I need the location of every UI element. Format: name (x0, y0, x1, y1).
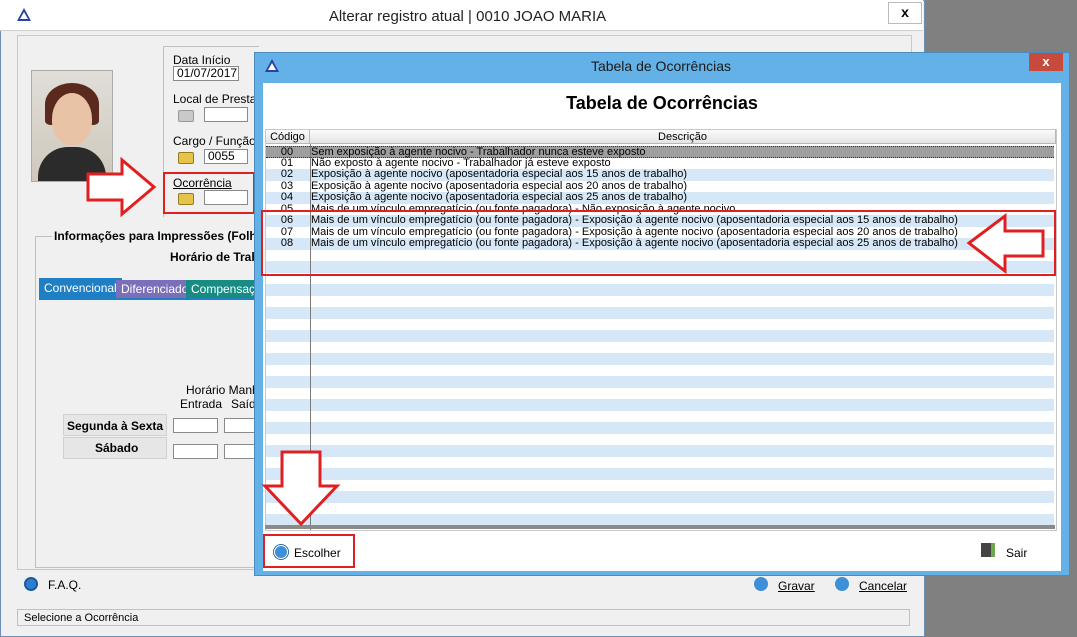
empty-table-row[interactable] (266, 445, 1054, 457)
row-description: Exposição à agente nocivo (aposentadoria… (311, 168, 688, 180)
empty-table-row[interactable] (266, 319, 1054, 331)
tab-underline (39, 298, 255, 300)
cargo-folder-icon[interactable] (178, 152, 194, 164)
info-group-label: Informações para Impressões (Folha (52, 229, 266, 243)
table-row[interactable]: 00 Sem exposição à agente nocivo - Trabal… (266, 146, 1054, 158)
empty-table-row[interactable] (266, 468, 1054, 480)
sabado-label: Sábado (95, 441, 139, 455)
main-close-button[interactable]: x (888, 2, 922, 24)
data-inicio-field[interactable]: 01/07/2017 (173, 66, 239, 81)
entrada-label: Entrada (180, 397, 223, 411)
escolher-highlight-box (263, 534, 355, 568)
annotation-arrow-right-icon (86, 156, 157, 218)
ocorrencia-field[interactable] (204, 190, 248, 205)
local-prestacao-label: Local de Prestaç (173, 92, 263, 106)
rows-highlight-box (261, 210, 1056, 276)
row-code: 04 (280, 191, 294, 203)
cancelar-button[interactable]: Cancelar (859, 579, 907, 593)
row-code: 01 (280, 156, 294, 169)
empty-table-row[interactable] (266, 330, 1054, 342)
save-icon[interactable] (754, 577, 768, 591)
empty-table-row[interactable] (266, 411, 1054, 423)
empty-table-row[interactable] (266, 284, 1054, 296)
main-window-title: Alterar registro atual | 0010 JOAO MARIA (328, 8, 607, 25)
status-bar: Selecione a Ocorrência (17, 609, 910, 626)
dialog-title: Tabela de Ocorrências (590, 58, 732, 74)
help-icon[interactable] (24, 577, 38, 591)
empty-table-row[interactable] (266, 376, 1054, 388)
cargo-label: Cargo / Função (173, 134, 256, 148)
sabado-saida-field[interactable] (224, 444, 256, 459)
cancel-icon[interactable] (835, 577, 849, 591)
exit-icon[interactable] (981, 543, 995, 557)
empty-table-row[interactable] (266, 480, 1054, 492)
row-code: 03 (280, 179, 294, 192)
empty-table-row[interactable] (266, 491, 1054, 503)
empty-table-row[interactable] (266, 434, 1054, 446)
local-folder-icon[interactable] (178, 110, 194, 122)
table-row[interactable]: 04 Exposição à agente nocivo (aposentador… (266, 192, 1054, 204)
grid-scroll-bar[interactable] (265, 525, 1055, 529)
gravar-button[interactable]: Gravar (778, 579, 815, 593)
dialog-heading: Tabela de Ocorrências (566, 93, 758, 113)
empty-table-row[interactable] (266, 307, 1054, 319)
annotation-arrow-down-icon (261, 450, 341, 527)
sair-button[interactable]: Sair (1006, 546, 1027, 560)
faq-link[interactable]: F.A.Q. (48, 578, 81, 592)
row-description: Não exposto à agente nocivo - Trabalhado… (311, 156, 611, 169)
empty-table-row[interactable] (266, 342, 1054, 354)
ocorrencias-dialog: Tabela de Ocorrências x Tabela de Ocorrê… (254, 52, 1070, 576)
empty-table-row[interactable] (266, 514, 1054, 526)
empty-table-row[interactable] (266, 388, 1054, 400)
empty-table-row[interactable] (266, 399, 1054, 411)
data-inicio-label: Data Início (173, 53, 231, 67)
segunda-entrada-field[interactable] (173, 418, 218, 433)
ocorrencia-label: Ocorrência (173, 176, 232, 190)
cargo-field[interactable]: 0055 (204, 149, 248, 164)
segunda-saida-field[interactable] (224, 418, 256, 433)
column-header-codigo[interactable]: Código (266, 130, 310, 144)
horario-trab-label: Horário de Trab (170, 250, 259, 264)
dialog-body: Tabela de Ocorrências Código Descrição 0… (263, 83, 1061, 571)
tab-convencional[interactable]: Convencional (39, 278, 122, 298)
table-row[interactable]: 02 Exposição à agente nocivo (aposentador… (266, 169, 1054, 181)
row-description: Exposição à agente nocivo (aposentadoria… (311, 191, 688, 203)
segunda-sexta-label: Segunda à Sexta (67, 419, 164, 433)
saida-label: Saíd (231, 397, 256, 411)
empty-table-row[interactable] (266, 503, 1054, 515)
annotation-arrow-left-icon (966, 213, 1045, 275)
local-field[interactable] (204, 107, 248, 122)
empty-table-row[interactable] (266, 365, 1054, 377)
row-code: 02 (280, 168, 294, 180)
row-description: Exposição à agente nocivo (aposentadoria… (311, 179, 688, 192)
empty-table-row[interactable] (266, 353, 1054, 365)
sabado-entrada-field[interactable] (173, 444, 218, 459)
empty-table-row[interactable] (266, 422, 1054, 434)
dialog-close-button[interactable]: x (1029, 53, 1063, 71)
ocorrencias-grid[interactable]: Código Descrição 00 Sem exposição à agent… (265, 129, 1057, 531)
tab-diferenciado[interactable]: Diferenciado (116, 280, 194, 298)
empty-table-row[interactable] (266, 457, 1054, 469)
column-header-descricao[interactable]: Descrição (310, 130, 1056, 144)
ocorrencia-folder-icon[interactable] (178, 193, 194, 205)
empty-table-row[interactable] (266, 296, 1054, 308)
